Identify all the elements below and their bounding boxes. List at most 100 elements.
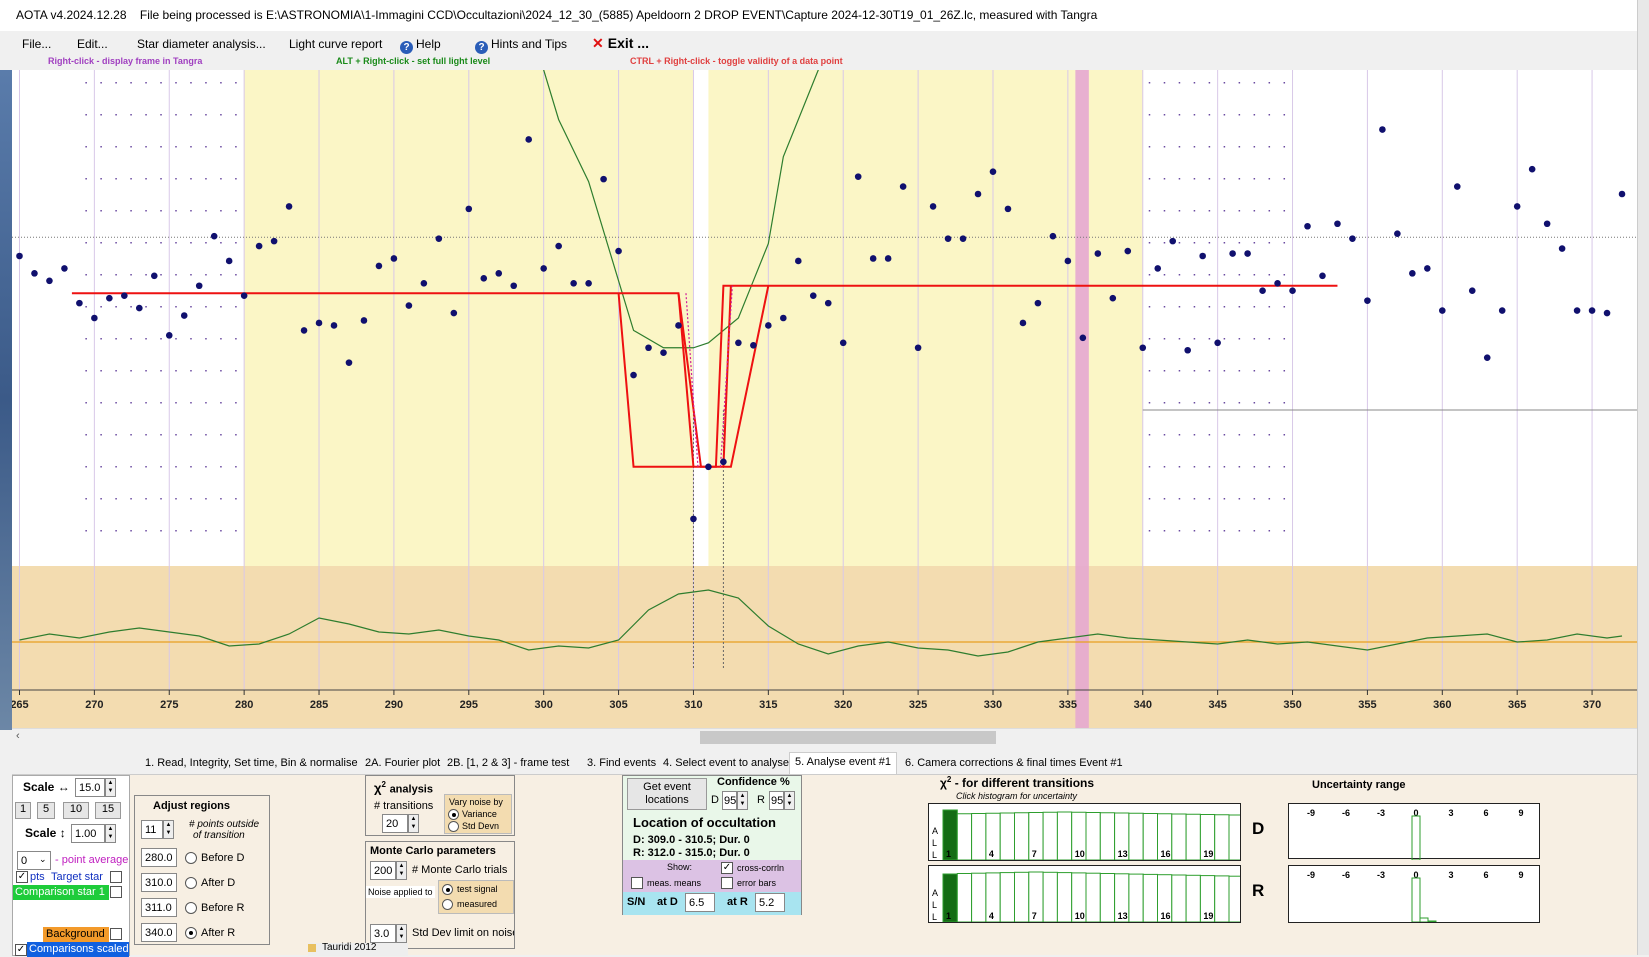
get-event-locations-button[interactable]: Get event locations — [627, 778, 707, 810]
scale-h-spinner[interactable]: ▲ ▼ — [105, 778, 116, 797]
hist-bar[interactable] — [1171, 813, 1187, 861]
frame-dot — [1148, 370, 1151, 372]
transitions-input[interactable]: 20 — [382, 814, 408, 833]
points-outside-input[interactable]: 11 — [141, 820, 163, 839]
scale-v-spinner[interactable]: ▲ ▼ — [105, 824, 116, 843]
hist-bar[interactable] — [1214, 875, 1230, 923]
comparison-star-checkbox[interactable] — [110, 886, 122, 898]
after-d-value[interactable]: 310.0 — [141, 873, 177, 892]
hist-bar[interactable] — [1128, 812, 1144, 861]
chi2-histogram-r[interactable]: A L L 1 4 7 10 13 16 19 — [928, 865, 1244, 923]
hist-bar[interactable] — [1085, 812, 1101, 861]
tab-select-event[interactable]: 4. Select event to analyse — [658, 754, 794, 774]
hist-bar[interactable] — [1142, 813, 1158, 861]
confidence-d-input[interactable]: 95 — [722, 791, 737, 810]
frame-dot — [1238, 370, 1241, 372]
hist-bar[interactable] — [1014, 871, 1030, 923]
tab-read-integrity[interactable]: 1. Read, Integrity, Set time, Bin & norm… — [140, 754, 363, 774]
error-bars-checkbox[interactable] — [721, 877, 733, 889]
measured-radio[interactable] — [442, 899, 453, 910]
hist-bar[interactable] — [999, 872, 1015, 923]
hist-bar[interactable] — [1185, 874, 1201, 923]
hist-bar[interactable] — [1171, 874, 1187, 923]
menu-help[interactable]: ? Help — [400, 37, 441, 54]
frame-dot — [115, 146, 117, 148]
scale-v-input[interactable]: 1.00 — [71, 824, 105, 843]
tab-analyse-event[interactable]: 5. Analyse event #1 — [789, 752, 898, 774]
cross-corrln-checkbox[interactable]: ✓ — [721, 862, 733, 874]
tab-find-events[interactable]: 3. Find events — [582, 754, 661, 774]
hist-d-svg: ALL 1 4 7 10 13 16 19 — [932, 809, 1244, 861]
hist-bar[interactable] — [1042, 811, 1058, 861]
before-r-radio[interactable] — [185, 902, 197, 914]
taskbar-item[interactable]: Tauridi 2012 — [308, 942, 408, 956]
frame-dot — [220, 114, 222, 116]
data-point — [854, 173, 862, 180]
light-curve-svg[interactable]: 265 270 275 280 285 290 295 300 305 310 315 320 325 3… — [10, 44, 1637, 728]
hist-bar[interactable] — [1228, 875, 1244, 923]
frame-dot — [145, 498, 147, 500]
points-checkbox[interactable]: ✓ — [16, 871, 28, 883]
hist-bar[interactable] — [999, 812, 1015, 861]
scale-h-input[interactable]: 15.0 — [75, 778, 105, 797]
frame-dot — [85, 530, 87, 532]
menu-light-curve-report[interactable]: Light curve report — [289, 37, 382, 51]
std-devn-radio[interactable] — [448, 821, 459, 832]
hist-bar[interactable] — [1014, 812, 1030, 861]
menu-exit[interactable]: ✕ Exit ... — [592, 35, 649, 52]
after-d-radio[interactable] — [185, 877, 197, 889]
hist-bar[interactable] — [1142, 873, 1158, 923]
before-d-value[interactable]: 280.0 — [141, 848, 177, 867]
std-limit-input[interactable]: 3.0 — [370, 924, 396, 943]
monte-carlo-trials-input[interactable]: 200 — [370, 861, 396, 880]
uncertainty-tick-label: -9 — [1307, 870, 1315, 880]
after-r-value[interactable]: 340.0 — [141, 923, 177, 942]
test-signal-radio[interactable] — [442, 884, 453, 895]
hist-bar[interactable] — [956, 813, 973, 861]
target-star-checkbox[interactable] — [110, 871, 122, 883]
menu-file[interactable]: File... — [22, 37, 51, 51]
confidence-d-spinner[interactable]: ▲ ▼ — [737, 791, 748, 810]
light-curve-chart[interactable]: 265 270 275 280 285 290 295 300 305 310 315 320 325 3… — [10, 44, 1637, 728]
background-checkbox[interactable] — [110, 928, 122, 940]
menu-edit[interactable]: Edit... — [77, 37, 108, 51]
scale-btn-15[interactable]: 15 — [95, 802, 121, 819]
variance-radio[interactable] — [448, 809, 459, 820]
meas-means-checkbox[interactable] — [631, 877, 643, 889]
scale-btn-5[interactable]: 5 — [37, 802, 55, 819]
hist-bar[interactable] — [1128, 873, 1144, 923]
menu-star-diameter[interactable]: Star diameter analysis... — [137, 37, 266, 51]
hist-bar[interactable] — [1099, 812, 1116, 861]
chart-scrollbar[interactable]: ‹ — [12, 728, 1637, 746]
scroll-left-arrow[interactable]: ‹ — [16, 730, 20, 742]
scale-btn-10[interactable]: 10 — [63, 802, 89, 819]
monte-carlo-trials-spinner[interactable]: ▲ ▼ — [396, 861, 407, 880]
std-limit-spinner[interactable]: ▲ ▼ — [396, 924, 407, 943]
tab-camera-corrections[interactable]: 6. Camera corrections & final times Even… — [900, 754, 1128, 774]
after-r-radio[interactable] — [185, 927, 197, 939]
before-d-radio[interactable] — [185, 852, 197, 864]
scroll-thumb[interactable] — [700, 731, 996, 744]
confidence-r-input[interactable]: 95 — [769, 791, 784, 810]
hist-bar[interactable] — [1214, 814, 1230, 861]
hist-bar[interactable] — [1056, 872, 1073, 923]
hist-bar[interactable] — [971, 813, 987, 861]
hist-bar[interactable] — [1099, 873, 1116, 923]
hist-bar[interactable] — [1085, 872, 1101, 923]
tab-frame-test[interactable]: 2B. [1, 2 & 3] - frame test — [442, 754, 574, 774]
hist-bar[interactable] — [1042, 871, 1058, 923]
hist-bar[interactable] — [1228, 814, 1244, 861]
before-r-value[interactable]: 311.0 — [141, 898, 177, 917]
chi2-histogram-d[interactable]: A L L 1 4 7 10 13 16 19 — [928, 803, 1244, 861]
transitions-spinner[interactable]: ▲ ▼ — [408, 814, 419, 833]
menu-hints[interactable]: ? Hints and Tips — [475, 37, 567, 54]
hist-bar[interactable] — [1185, 813, 1201, 861]
scale-btn-1[interactable]: 1 — [15, 802, 31, 819]
tab-fourier[interactable]: 2A. Fourier plot — [360, 754, 445, 774]
confidence-r-spinner[interactable]: ▲ ▼ — [784, 791, 795, 810]
comparisons-scaled-checkbox[interactable]: ✓ — [15, 944, 27, 956]
hist-bar[interactable] — [971, 872, 987, 923]
hist-bar[interactable] — [1056, 811, 1073, 861]
points-outside-spinner[interactable]: ▲ ▼ — [163, 820, 174, 839]
hist-bar[interactable] — [956, 873, 973, 923]
